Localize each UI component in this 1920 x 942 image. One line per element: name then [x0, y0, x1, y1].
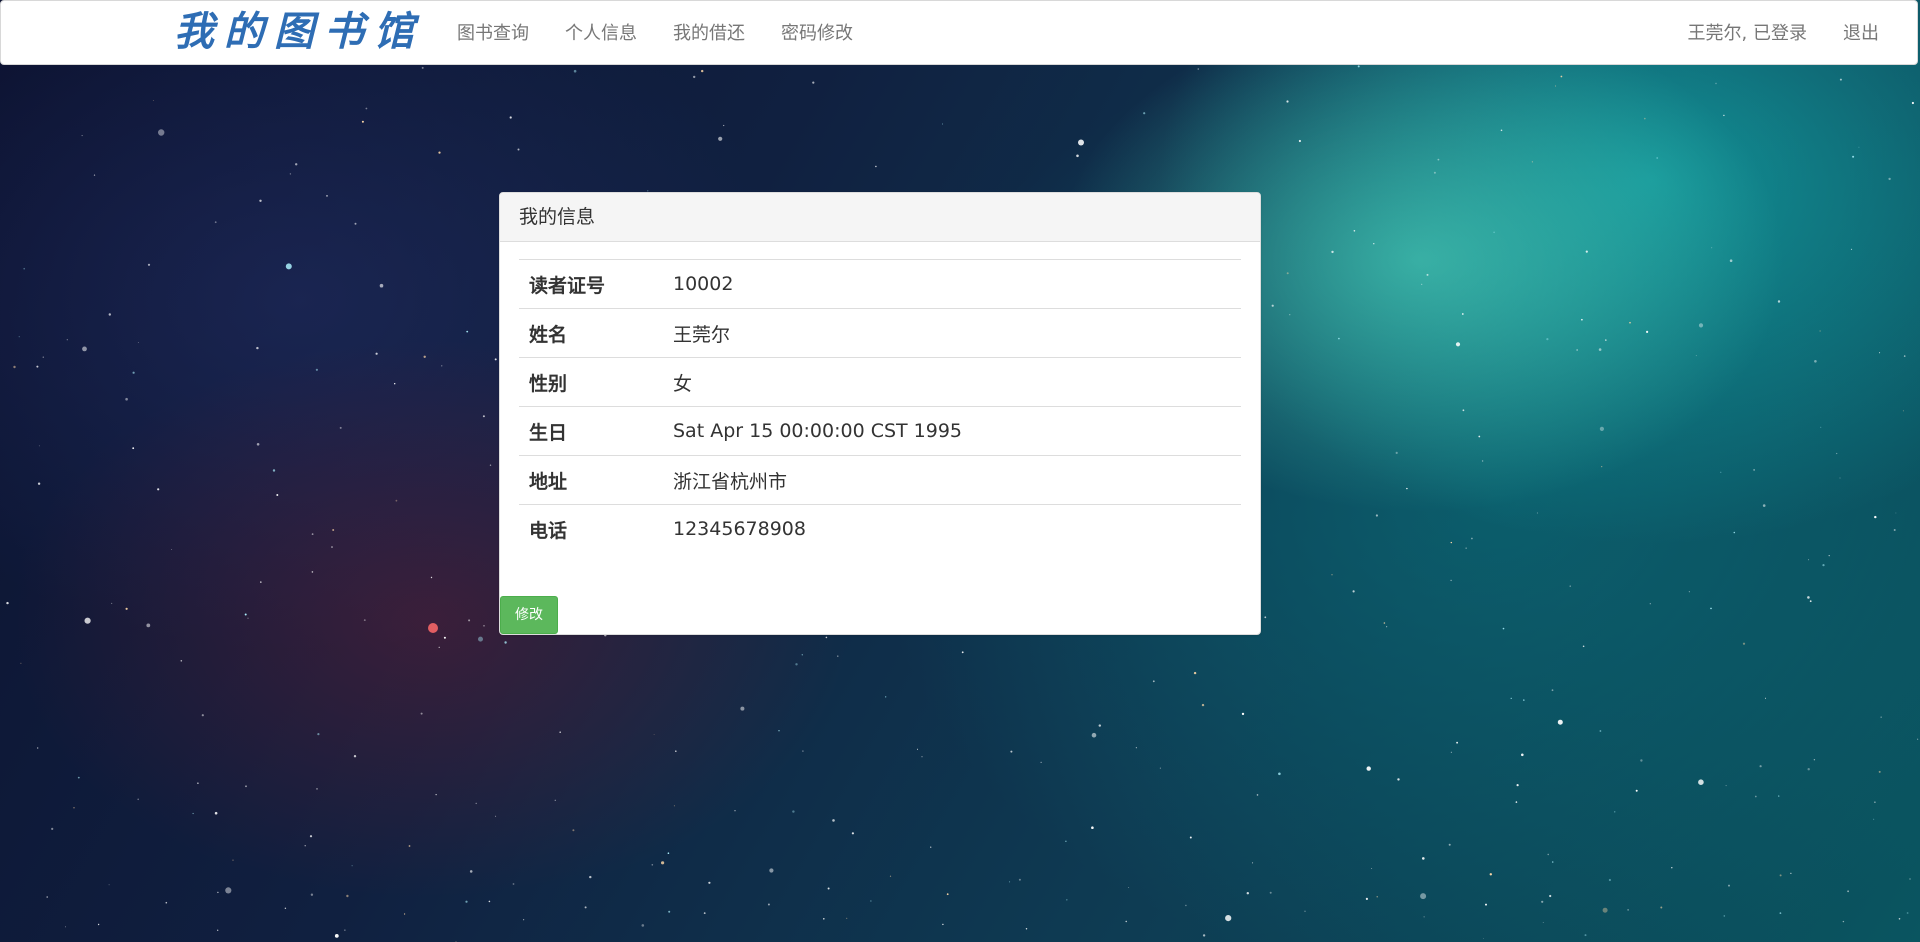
- brand-logo[interactable]: 我的图书馆: [174, 7, 424, 57]
- row-value-name: 王莞尔: [663, 308, 1241, 358]
- nav-links: 图书查询 个人信息 我的借还 密码修改: [439, 1, 871, 66]
- user-status[interactable]: 王莞尔, 已登录: [1670, 1, 1825, 66]
- row-label-phone: 电话: [529, 519, 568, 542]
- table-row: 电话 12345678908: [519, 505, 1241, 554]
- panel-title: 我的信息: [500, 193, 1260, 242]
- row-value-phone: 12345678908: [673, 518, 806, 540]
- row-label-gender: 性别: [519, 357, 663, 407]
- nav-my-borrowing[interactable]: 我的借还: [655, 1, 763, 66]
- table-row: 姓名 王莞尔: [519, 308, 1241, 358]
- nav-change-password[interactable]: 密码修改: [763, 1, 871, 66]
- nav-personal-info[interactable]: 个人信息: [547, 1, 655, 66]
- table-row: 读者证号 10002: [519, 259, 1241, 309]
- row-label-name: 姓名: [519, 308, 663, 358]
- row-value-gender: 女: [663, 357, 1241, 407]
- info-table: 读者证号 10002 姓名 王莞尔 性别 女 生日 Sat Apr 15 00:…: [519, 259, 1241, 553]
- row-label-card-number: 读者证号: [519, 259, 663, 309]
- row-label-birthday: 生日: [519, 406, 663, 456]
- panel-body: 读者证号 10002 姓名 王莞尔 性别 女 生日 Sat Apr 15 00:…: [500, 242, 1260, 553]
- top-navbar: 我的图书馆 图书查询 个人信息 我的借还 密码修改 王莞尔, 已登录 退出: [0, 0, 1918, 65]
- row-value-birthday: Sat Apr 15 00:00:00 CST 1995: [663, 406, 1241, 456]
- nav-right: 王莞尔, 已登录 退出: [1670, 1, 1897, 66]
- logout-link[interactable]: 退出: [1825, 1, 1897, 66]
- edit-button[interactable]: 修改: [500, 596, 558, 634]
- table-row: 生日 Sat Apr 15 00:00:00 CST 1995: [519, 406, 1241, 456]
- table-row: 地址 浙江省杭州市: [519, 455, 1241, 505]
- row-value-card-number: 10002: [663, 259, 1241, 309]
- nav-book-search[interactable]: 图书查询: [439, 1, 547, 66]
- my-info-panel: 我的信息 读者证号 10002 姓名 王莞尔 性别 女 生日 Sat Apr 1…: [499, 192, 1261, 635]
- row-value-address: 浙江省杭州市: [663, 455, 1241, 505]
- table-row: 性别 女: [519, 357, 1241, 407]
- row-label-address: 地址: [519, 455, 663, 505]
